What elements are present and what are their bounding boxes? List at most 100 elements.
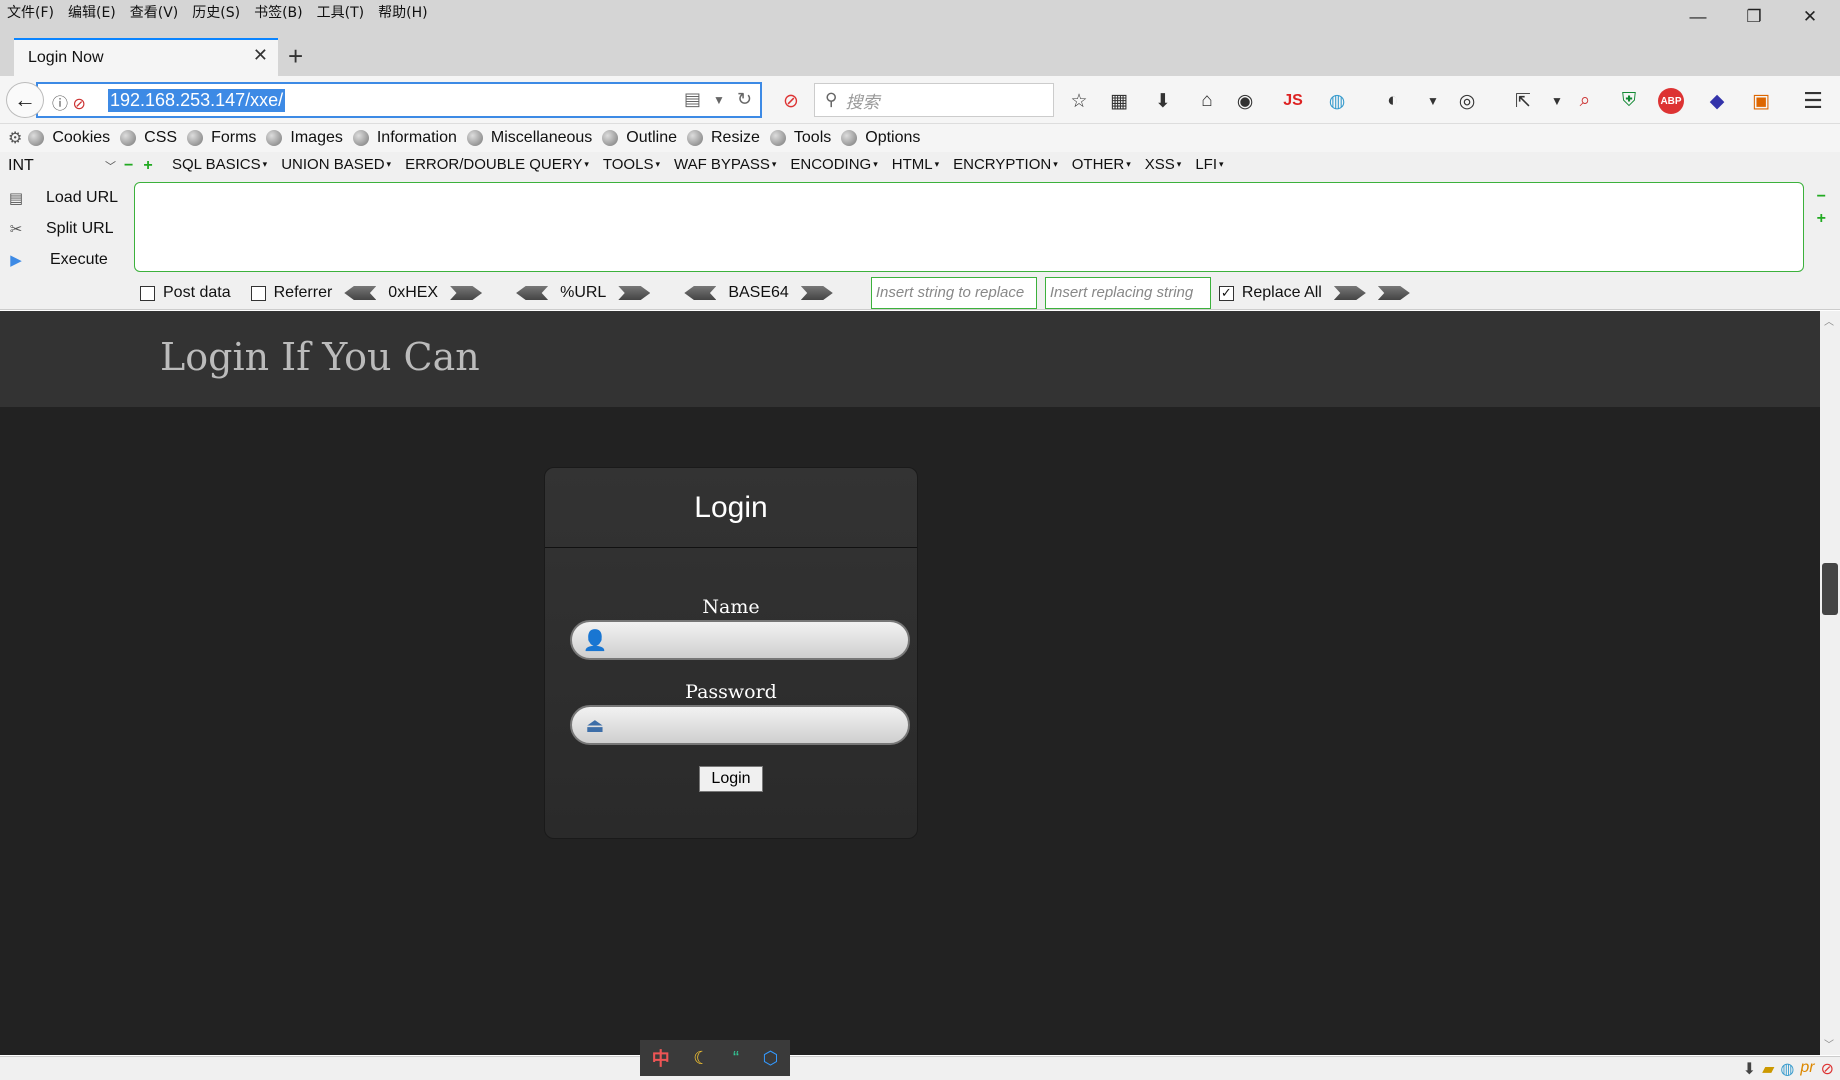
scroll-down-icon[interactable]: ﹀ <box>1824 1036 1834 1051</box>
int-select[interactable]: INT ﹀ <box>8 156 118 176</box>
menu-union-based[interactable]: UNION BASED ▾ <box>281 156 391 173</box>
execute-button[interactable]: ▶ Execute <box>6 248 108 272</box>
menu-tools[interactable]: TOOLS ▾ <box>603 156 660 173</box>
share-icon[interactable]: ⇱ <box>1508 86 1538 116</box>
new-tab-icon[interactable]: + <box>288 42 303 70</box>
globe-dropdown-icon[interactable]: ◉ <box>1230 86 1260 116</box>
menu-history[interactable]: 历史(S) <box>185 2 247 22</box>
replace-all-arrow-icon[interactable] <box>1377 286 1410 300</box>
bookmark-css[interactable]: CSS <box>120 129 177 147</box>
bookmark-options[interactable]: Options <box>841 129 920 147</box>
url-encode-arrow-icon[interactable] <box>618 286 651 300</box>
reading-list-icon[interactable]: ▦ <box>1104 86 1134 116</box>
bookmark-tools[interactable]: Tools <box>769 129 831 147</box>
textarea-grow-icon[interactable]: + <box>1817 210 1826 228</box>
menu-edit[interactable]: 编辑(E) <box>61 2 123 22</box>
bookmark-information[interactable]: Information <box>352 129 457 147</box>
js-toggle-icon[interactable]: JS <box>1278 86 1308 116</box>
replacing-string-input[interactable]: Insert replacing string <box>1044 277 1211 309</box>
textarea-shrink-icon[interactable]: − <box>1817 188 1826 206</box>
menu-tools[interactable]: 工具(T) <box>310 2 371 22</box>
settings-icon[interactable]: ⚙ <box>8 128 22 148</box>
hex-decode-arrow-icon[interactable] <box>344 286 377 300</box>
share-dropdown-icon[interactable]: ▼ <box>1542 86 1572 116</box>
base64-encode-arrow-icon[interactable] <box>800 286 833 300</box>
extension-icon[interactable]: ▣ <box>1746 86 1776 116</box>
split-url-button[interactable]: ✂ Split URL <box>6 217 114 241</box>
site-info-icon[interactable]: ⓘ ⊘ <box>52 90 86 114</box>
page-action-icon[interactable]: ▤ <box>684 89 701 110</box>
menu-html[interactable]: HTML ▾ <box>892 156 939 173</box>
palette-dropdown-icon[interactable]: ▼ <box>1418 86 1448 116</box>
bookmark-miscellaneous[interactable]: Miscellaneous <box>466 129 592 147</box>
menu-encoding[interactable]: ENCODING ▾ <box>790 156 877 173</box>
menu-error-double-query[interactable]: ERROR/DOUBLE QUERY ▾ <box>405 156 589 173</box>
back-button[interactable]: ← <box>6 82 44 118</box>
menu-other[interactable]: OTHER ▾ <box>1072 156 1131 173</box>
bookmark-star-icon[interactable]: ☆ <box>1064 86 1094 116</box>
menu-bookmarks[interactable]: 书签(B) <box>247 2 310 22</box>
bookmark-resize[interactable]: Resize <box>687 129 760 147</box>
eye-icon[interactable]: ◎ <box>1452 86 1482 116</box>
post-data-checkbox[interactable] <box>140 285 155 301</box>
note-icon[interactable]: ▰ <box>1762 1059 1774 1079</box>
adblock-icon[interactable]: ABP <box>1658 88 1684 114</box>
layers-icon[interactable]: ◆ <box>1702 86 1732 116</box>
replace-arrow-icon[interactable] <box>1333 286 1366 300</box>
bookmark-images[interactable]: Images <box>266 129 343 147</box>
block-status-icon[interactable]: ⊘ <box>1821 1059 1834 1079</box>
scrollbar-thumb[interactable] <box>1822 563 1838 615</box>
menu-lfi[interactable]: LFI ▾ <box>1195 156 1223 173</box>
hex-label: 0xHEX <box>388 284 439 301</box>
decrease-icon[interactable]: − <box>124 157 133 175</box>
replace-all-label: Replace All <box>1241 284 1322 301</box>
replace-string-input[interactable]: Insert string to replace <box>870 277 1037 309</box>
bookmark-forms[interactable]: Forms <box>187 129 256 147</box>
quote-icon[interactable]: “ <box>733 1048 739 1069</box>
bookmark-cookies[interactable]: Cookies <box>28 129 110 147</box>
tab-login-now[interactable]: Login Now ✕ <box>14 38 278 76</box>
menu-view[interactable]: 查看(V) <box>123 2 186 22</box>
menu-encryption[interactable]: ENCRYPTION ▾ <box>953 156 1058 173</box>
shield-icon[interactable]: ⛨ <box>1614 86 1644 116</box>
menu-file[interactable]: 文件(F) <box>0 2 61 22</box>
replace-all-checkbox[interactable]: ✓ <box>1218 285 1234 301</box>
menu-sql-basics[interactable]: SQL BASICS ▾ <box>172 156 267 173</box>
hamburger-menu-icon[interactable]: ☰ <box>1798 86 1828 116</box>
password-input[interactable]: ⏏ <box>570 705 910 745</box>
increase-icon[interactable]: + <box>143 157 152 175</box>
hackbar-url-textarea[interactable] <box>134 182 1804 272</box>
settings-hex-icon[interactable]: ⬡ <box>763 1048 779 1069</box>
hex-encode-arrow-icon[interactable] <box>450 286 483 300</box>
url-bar[interactable]: ⓘ ⊘ 192.168.253.147/xxe/ ▤ ▼ ↻ <box>36 82 762 118</box>
menu-xss[interactable]: XSS ▾ <box>1145 156 1182 173</box>
ime-language[interactable]: 中 <box>652 1045 670 1071</box>
scroll-up-icon[interactable]: ︿ <box>1824 313 1834 328</box>
palette-icon[interactable]: ◐ <box>1378 86 1408 116</box>
name-input[interactable]: 👤 <box>570 620 910 660</box>
download-status-icon[interactable]: ⬇ <box>1743 1059 1756 1079</box>
vertical-scrollbar[interactable]: ︿ ﹀ <box>1820 311 1840 1055</box>
referrer-checkbox[interactable] <box>250 285 266 301</box>
url-text[interactable]: 192.168.253.147/xxe/ <box>108 88 286 112</box>
execute-icon: ▶ <box>10 252 22 269</box>
url-decode-arrow-icon[interactable] <box>516 286 549 300</box>
download-icon[interactable]: ⬇ <box>1148 86 1178 116</box>
dropdown-icon[interactable]: ▼ <box>713 93 725 107</box>
network-icon[interactable]: ◍ <box>1780 1059 1794 1079</box>
moon-icon[interactable]: ☾ <box>693 1048 709 1069</box>
noscript-icon[interactable]: ⊘ <box>776 86 806 116</box>
load-url-button[interactable]: ▤ Load URL <box>6 186 118 210</box>
login-button[interactable]: Login <box>699 766 763 792</box>
menu-waf-bypass[interactable]: WAF BYPASS ▾ <box>674 156 776 173</box>
home-icon[interactable]: ⌂ <box>1192 86 1222 116</box>
proxy-icon[interactable]: ◍ <box>1322 86 1352 116</box>
bookmark-outline[interactable]: Outline <box>602 129 677 147</box>
menu-help[interactable]: 帮助(H) <box>371 2 434 22</box>
base64-decode-arrow-icon[interactable] <box>684 286 717 300</box>
inspect-icon[interactable]: ⌕ <box>1570 86 1600 116</box>
pr-icon[interactable]: pr <box>1800 1059 1814 1079</box>
tab-close-icon[interactable]: ✕ <box>253 45 268 66</box>
search-input[interactable]: ⚲ 搜索 <box>814 83 1054 117</box>
reload-icon[interactable]: ↻ <box>737 89 752 110</box>
